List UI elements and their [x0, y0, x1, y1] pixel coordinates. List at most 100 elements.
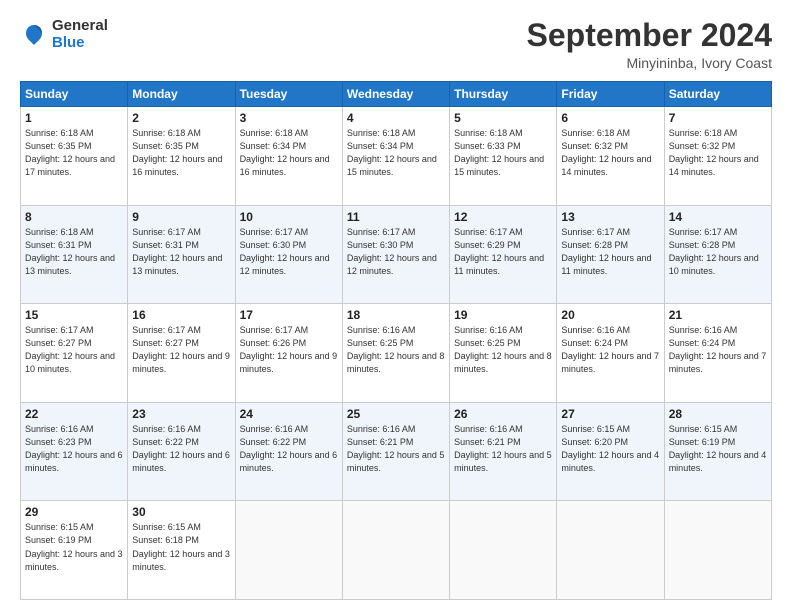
calendar-week-row: 8 Sunrise: 6:18 AM Sunset: 6:31 PM Dayli…	[21, 205, 772, 304]
table-row: 18 Sunrise: 6:16 AM Sunset: 6:25 PM Dayl…	[342, 304, 449, 403]
day-number: 19	[454, 308, 552, 322]
table-row: 28 Sunrise: 6:15 AM Sunset: 6:19 PM Dayl…	[664, 402, 771, 501]
table-row: 30 Sunrise: 6:15 AM Sunset: 6:18 PM Dayl…	[128, 501, 235, 600]
day-number: 17	[240, 308, 338, 322]
logo-icon	[20, 21, 48, 49]
day-info: Sunrise: 6:17 AM Sunset: 6:31 PM Dayligh…	[132, 226, 230, 278]
day-info: Sunrise: 6:16 AM Sunset: 6:21 PM Dayligh…	[347, 423, 445, 475]
day-number: 28	[669, 407, 767, 421]
day-number: 27	[561, 407, 659, 421]
table-row: 14 Sunrise: 6:17 AM Sunset: 6:28 PM Dayl…	[664, 205, 771, 304]
day-number: 16	[132, 308, 230, 322]
title-block: September 2024 Minyininba, Ivory Coast	[527, 18, 772, 71]
table-row	[450, 501, 557, 600]
table-row: 22 Sunrise: 6:16 AM Sunset: 6:23 PM Dayl…	[21, 402, 128, 501]
table-row: 13 Sunrise: 6:17 AM Sunset: 6:28 PM Dayl…	[557, 205, 664, 304]
day-number: 12	[454, 210, 552, 224]
table-row: 15 Sunrise: 6:17 AM Sunset: 6:27 PM Dayl…	[21, 304, 128, 403]
day-info: Sunrise: 6:17 AM Sunset: 6:28 PM Dayligh…	[561, 226, 659, 278]
location: Minyininba, Ivory Coast	[527, 55, 772, 71]
day-info: Sunrise: 6:16 AM Sunset: 6:23 PM Dayligh…	[25, 423, 123, 475]
day-number: 11	[347, 210, 445, 224]
day-info: Sunrise: 6:18 AM Sunset: 6:35 PM Dayligh…	[25, 127, 123, 179]
table-row: 16 Sunrise: 6:17 AM Sunset: 6:27 PM Dayl…	[128, 304, 235, 403]
day-info: Sunrise: 6:16 AM Sunset: 6:21 PM Dayligh…	[454, 423, 552, 475]
day-info: Sunrise: 6:16 AM Sunset: 6:22 PM Dayligh…	[132, 423, 230, 475]
day-number: 14	[669, 210, 767, 224]
day-info: Sunrise: 6:16 AM Sunset: 6:22 PM Dayligh…	[240, 423, 338, 475]
table-row: 25 Sunrise: 6:16 AM Sunset: 6:21 PM Dayl…	[342, 402, 449, 501]
day-info: Sunrise: 6:18 AM Sunset: 6:34 PM Dayligh…	[240, 127, 338, 179]
day-info: Sunrise: 6:18 AM Sunset: 6:35 PM Dayligh…	[132, 127, 230, 179]
col-saturday: Saturday	[664, 82, 771, 107]
table-row: 21 Sunrise: 6:16 AM Sunset: 6:24 PM Dayl…	[664, 304, 771, 403]
day-info: Sunrise: 6:17 AM Sunset: 6:29 PM Dayligh…	[454, 226, 552, 278]
table-row: 11 Sunrise: 6:17 AM Sunset: 6:30 PM Dayl…	[342, 205, 449, 304]
day-number: 10	[240, 210, 338, 224]
day-info: Sunrise: 6:18 AM Sunset: 6:34 PM Dayligh…	[347, 127, 445, 179]
table-row	[235, 501, 342, 600]
table-row: 1 Sunrise: 6:18 AM Sunset: 6:35 PM Dayli…	[21, 107, 128, 206]
day-number: 4	[347, 111, 445, 125]
table-row	[664, 501, 771, 600]
day-info: Sunrise: 6:16 AM Sunset: 6:25 PM Dayligh…	[347, 324, 445, 376]
day-number: 23	[132, 407, 230, 421]
table-row: 8 Sunrise: 6:18 AM Sunset: 6:31 PM Dayli…	[21, 205, 128, 304]
calendar-week-row: 22 Sunrise: 6:16 AM Sunset: 6:23 PM Dayl…	[21, 402, 772, 501]
logo: General Blue	[20, 18, 108, 51]
day-info: Sunrise: 6:18 AM Sunset: 6:31 PM Dayligh…	[25, 226, 123, 278]
day-number: 3	[240, 111, 338, 125]
day-number: 26	[454, 407, 552, 421]
col-sunday: Sunday	[21, 82, 128, 107]
table-row: 17 Sunrise: 6:17 AM Sunset: 6:26 PM Dayl…	[235, 304, 342, 403]
col-monday: Monday	[128, 82, 235, 107]
day-info: Sunrise: 6:17 AM Sunset: 6:28 PM Dayligh…	[669, 226, 767, 278]
day-info: Sunrise: 6:16 AM Sunset: 6:24 PM Dayligh…	[669, 324, 767, 376]
table-row: 3 Sunrise: 6:18 AM Sunset: 6:34 PM Dayli…	[235, 107, 342, 206]
day-info: Sunrise: 6:16 AM Sunset: 6:25 PM Dayligh…	[454, 324, 552, 376]
table-row	[342, 501, 449, 600]
day-number: 15	[25, 308, 123, 322]
table-row: 27 Sunrise: 6:15 AM Sunset: 6:20 PM Dayl…	[557, 402, 664, 501]
day-info: Sunrise: 6:17 AM Sunset: 6:26 PM Dayligh…	[240, 324, 338, 376]
day-number: 20	[561, 308, 659, 322]
table-row: 26 Sunrise: 6:16 AM Sunset: 6:21 PM Dayl…	[450, 402, 557, 501]
day-number: 13	[561, 210, 659, 224]
day-info: Sunrise: 6:18 AM Sunset: 6:32 PM Dayligh…	[669, 127, 767, 179]
day-number: 1	[25, 111, 123, 125]
day-number: 30	[132, 505, 230, 519]
day-number: 25	[347, 407, 445, 421]
col-wednesday: Wednesday	[342, 82, 449, 107]
table-row: 24 Sunrise: 6:16 AM Sunset: 6:22 PM Dayl…	[235, 402, 342, 501]
table-row	[557, 501, 664, 600]
table-row: 7 Sunrise: 6:18 AM Sunset: 6:32 PM Dayli…	[664, 107, 771, 206]
month-title: September 2024	[527, 18, 772, 53]
calendar-header-row: Sunday Monday Tuesday Wednesday Thursday…	[21, 82, 772, 107]
logo-blue: Blue	[52, 35, 108, 52]
day-number: 22	[25, 407, 123, 421]
day-info: Sunrise: 6:18 AM Sunset: 6:32 PM Dayligh…	[561, 127, 659, 179]
table-row: 4 Sunrise: 6:18 AM Sunset: 6:34 PM Dayli…	[342, 107, 449, 206]
table-row: 12 Sunrise: 6:17 AM Sunset: 6:29 PM Dayl…	[450, 205, 557, 304]
table-row: 2 Sunrise: 6:18 AM Sunset: 6:35 PM Dayli…	[128, 107, 235, 206]
logo-general: General	[52, 18, 108, 35]
header: General Blue September 2024 Minyininba, …	[20, 18, 772, 71]
day-info: Sunrise: 6:15 AM Sunset: 6:19 PM Dayligh…	[25, 521, 123, 573]
table-row: 29 Sunrise: 6:15 AM Sunset: 6:19 PM Dayl…	[21, 501, 128, 600]
day-info: Sunrise: 6:18 AM Sunset: 6:33 PM Dayligh…	[454, 127, 552, 179]
day-number: 18	[347, 308, 445, 322]
col-tuesday: Tuesday	[235, 82, 342, 107]
page: General Blue September 2024 Minyininba, …	[0, 0, 792, 612]
day-number: 7	[669, 111, 767, 125]
day-info: Sunrise: 6:16 AM Sunset: 6:24 PM Dayligh…	[561, 324, 659, 376]
day-info: Sunrise: 6:17 AM Sunset: 6:27 PM Dayligh…	[25, 324, 123, 376]
day-number: 21	[669, 308, 767, 322]
logo-text: General Blue	[52, 18, 108, 51]
col-thursday: Thursday	[450, 82, 557, 107]
day-number: 2	[132, 111, 230, 125]
table-row: 6 Sunrise: 6:18 AM Sunset: 6:32 PM Dayli…	[557, 107, 664, 206]
day-number: 24	[240, 407, 338, 421]
calendar-table: Sunday Monday Tuesday Wednesday Thursday…	[20, 81, 772, 600]
table-row: 5 Sunrise: 6:18 AM Sunset: 6:33 PM Dayli…	[450, 107, 557, 206]
day-info: Sunrise: 6:15 AM Sunset: 6:18 PM Dayligh…	[132, 521, 230, 573]
